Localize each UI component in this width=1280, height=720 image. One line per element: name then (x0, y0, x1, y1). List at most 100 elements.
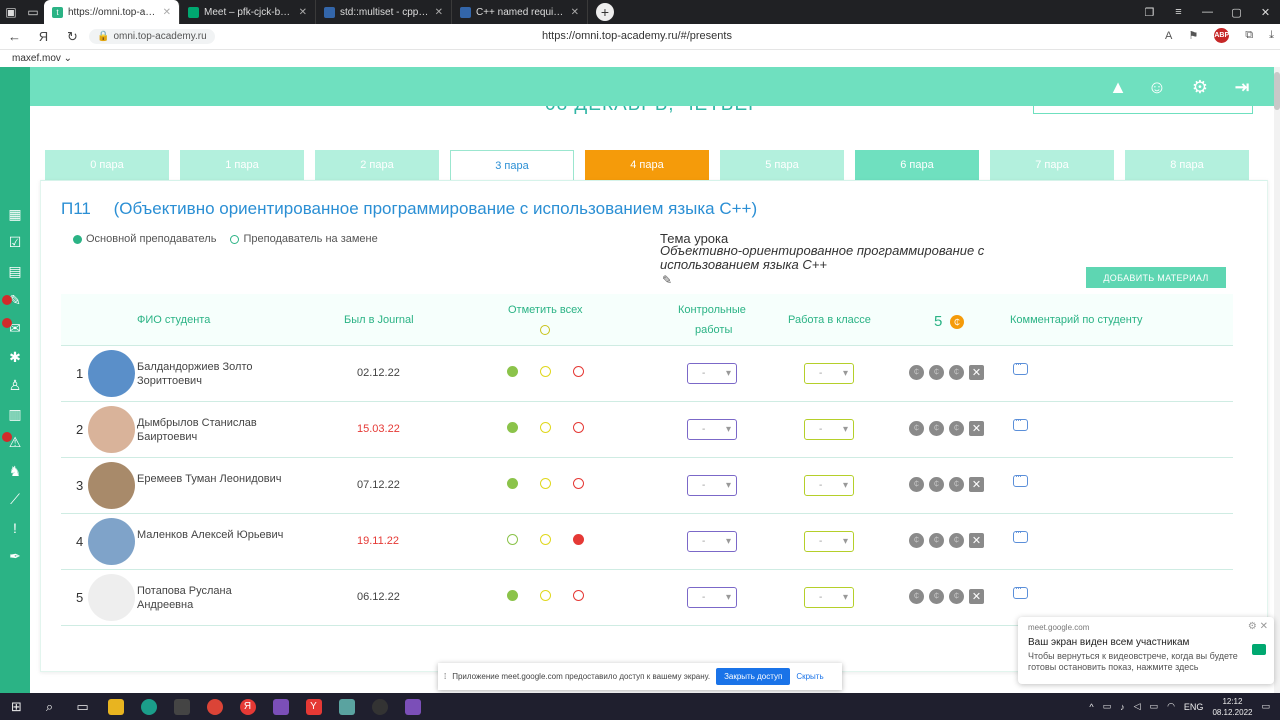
tab-meet[interactable]: Meet – pfk-cjck-bma ✕ (180, 0, 316, 24)
classwork-select[interactable]: - ▾ (804, 587, 854, 608)
clear-coins-icon[interactable]: ✕ (969, 365, 984, 380)
yandex-active-icon[interactable]: Y (297, 693, 330, 720)
pair-tab-5[interactable]: 5 пара (720, 150, 844, 180)
avatar[interactable] (88, 462, 135, 509)
coin-icon[interactable]: ₵ (949, 477, 964, 492)
pair-tab-8[interactable]: 8 пара (1125, 150, 1249, 180)
tab-cppreference-multiset[interactable]: std::multiset - cppreferenc ✕ (316, 0, 452, 24)
tray-arrow-icon[interactable]: ^ (1089, 702, 1093, 712)
clear-coins-icon[interactable]: ✕ (969, 533, 984, 548)
pair-tab-0[interactable]: 0 пара (45, 150, 169, 180)
comment-icon[interactable] (1013, 415, 1028, 431)
visual-studio-2-icon[interactable] (396, 693, 429, 720)
close-icon[interactable]: ✕ (299, 7, 307, 18)
edge-icon[interactable] (132, 693, 165, 720)
download-icon[interactable]: ⤓ (1269, 29, 1274, 42)
schedule-icon[interactable]: ▥ (6, 405, 24, 423)
clear-coins-icon[interactable]: ✕ (969, 421, 984, 436)
search-icon[interactable]: ⌕ (33, 693, 66, 720)
present-radio[interactable] (507, 590, 518, 601)
url-pill[interactable]: 🔒 omni.top-academy.ru (89, 29, 215, 44)
display-icon[interactable]: ▭ (1150, 701, 1159, 712)
control-work-select[interactable]: - ▾ (687, 531, 737, 552)
classwork-select[interactable]: - ▾ (804, 419, 854, 440)
explorer-icon[interactable] (99, 693, 132, 720)
classwork-select[interactable]: - ▾ (804, 475, 854, 496)
pair-tab-4[interactable]: 4 пара (585, 150, 709, 180)
notifications-icon[interactable]: ▭ (1261, 701, 1270, 712)
alert-icon[interactable]: ▲ (1107, 76, 1129, 98)
coin-icon[interactable]: ₵ (909, 589, 924, 604)
feather-icon[interactable]: ✒ (6, 547, 24, 565)
mic-icon[interactable]: ♪ (1120, 702, 1125, 712)
windows-start-icon[interactable]: ⊞ (0, 693, 33, 720)
avatar[interactable] (88, 406, 135, 453)
stop-sharing-button[interactable]: Закрыть доступ (716, 668, 791, 685)
classwork-select[interactable]: - ▾ (804, 531, 854, 552)
back-icon[interactable]: ← (0, 29, 29, 44)
coin-icon[interactable]: ₵ (909, 477, 924, 492)
absent-radio[interactable] (573, 422, 584, 433)
chart-icon[interactable]: ⟋ (6, 490, 24, 508)
settings-icon[interactable]: ⚙ (1189, 76, 1211, 98)
control-work-select[interactable]: - ▾ (687, 475, 737, 496)
present-radio[interactable] (507, 366, 518, 377)
language-indicator[interactable]: ENG (1184, 702, 1204, 712)
hide-button[interactable]: Скрыть (796, 672, 823, 681)
late-radio[interactable] (540, 422, 551, 433)
screen-share-notification[interactable]: meet.google.com Ваш экран виден всем уча… (1018, 617, 1274, 684)
logout-icon[interactable]: ⇥ (1231, 76, 1253, 98)
comment-icon[interactable] (1013, 359, 1028, 375)
url-input[interactable]: https://omni.top-academy.ru/#/presents (542, 30, 732, 42)
adblock-icon[interactable]: ABP (1214, 28, 1230, 43)
present-radio[interactable] (507, 478, 518, 489)
pair-tab-3[interactable]: 3 пара (450, 150, 574, 181)
app-icon[interactable] (330, 693, 363, 720)
coin-icon[interactable]: ₵ (929, 589, 944, 604)
comment-icon[interactable] (1013, 583, 1028, 599)
avatar[interactable] (88, 518, 135, 565)
visual-studio-icon[interactable] (264, 693, 297, 720)
user-icon[interactable]: ♙ (6, 376, 24, 394)
absent-radio[interactable] (573, 366, 584, 377)
chrome-icon[interactable] (198, 693, 231, 720)
store-icon[interactable] (165, 693, 198, 720)
checkbox-icon[interactable]: ☑ (6, 233, 24, 251)
coin-icon[interactable]: ₵ (949, 365, 964, 380)
github-icon[interactable] (363, 693, 396, 720)
coin-icon[interactable]: ₵ (929, 477, 944, 492)
yandex-icon[interactable]: Я (29, 29, 58, 44)
late-radio[interactable] (540, 534, 551, 545)
comment-icon[interactable] (1013, 471, 1028, 487)
absent-radio[interactable] (573, 590, 584, 601)
present-radio[interactable] (507, 534, 518, 545)
coin-icon[interactable]: ₵ (949, 533, 964, 548)
comment-icon[interactable] (1013, 527, 1028, 543)
task-view-icon[interactable]: ▭ (66, 693, 99, 720)
person-icon[interactable]: ♞ (6, 462, 24, 480)
maximize-icon[interactable]: ▢ (1222, 0, 1251, 24)
profile-bookmark[interactable]: maxef.mov ⌄ (12, 53, 72, 64)
translate-icon[interactable]: A (1165, 30, 1172, 42)
volume-icon[interactable]: ◁ (1134, 701, 1141, 712)
pair-tab-2[interactable]: 2 пара (315, 150, 439, 180)
close-icon[interactable]: ✕ (163, 7, 171, 18)
close-icon[interactable]: ✕ (435, 7, 443, 18)
tab-cpp-named-requirements[interactable]: C++ named requirements ✕ (452, 0, 588, 24)
late-radio[interactable] (540, 366, 551, 377)
pencil-icon[interactable]: ✎ (662, 273, 672, 287)
pair-tab-1[interactable]: 1 пара (180, 150, 304, 180)
group-icon[interactable]: ✱ (6, 348, 24, 366)
classwork-select[interactable]: - ▾ (804, 363, 854, 384)
avatar[interactable] (88, 350, 135, 397)
extensions-icon[interactable]: ⧉ (1245, 29, 1253, 42)
late-radio[interactable] (540, 590, 551, 601)
control-work-select[interactable]: - ▾ (687, 419, 737, 440)
scrollbar-thumb[interactable] (1274, 72, 1280, 110)
coin-icon[interactable]: ₵ (929, 533, 944, 548)
coin-icon[interactable]: ₵ (949, 589, 964, 604)
pair-tab-7[interactable]: 7 пара (990, 150, 1114, 180)
yandex-browser-icon[interactable]: Я (231, 693, 264, 720)
coin-icon[interactable]: ₵ (909, 533, 924, 548)
coin-icon[interactable]: ₵ (909, 365, 924, 380)
